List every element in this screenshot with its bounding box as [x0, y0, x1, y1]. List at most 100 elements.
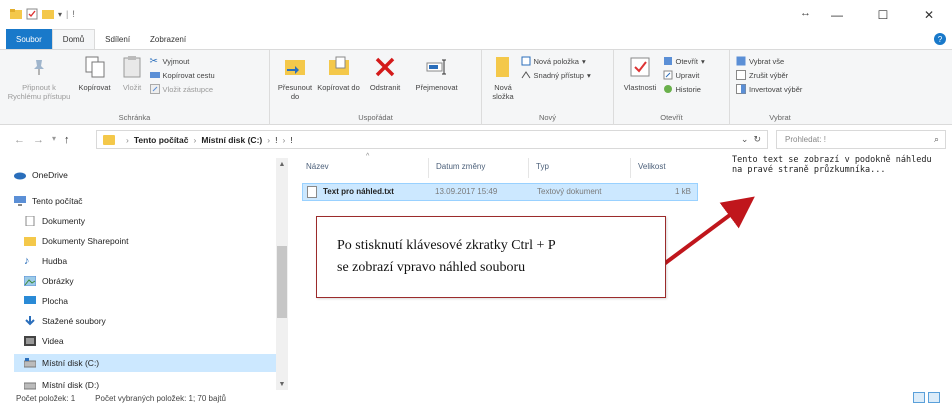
breadcrumb-this-pc[interactable]: Tento počítač: [134, 135, 189, 145]
navigation-buttons: ← → ▾ ↑: [14, 134, 70, 146]
nav-scrollbar[interactable]: ▲ ▼: [276, 158, 288, 390]
new-folder-button[interactable]: Nová složka: [488, 54, 518, 101]
open-small-buttons: Otevřít ▾ Upravit Historie: [663, 54, 705, 94]
minimize-button[interactable]: —: [814, 0, 860, 30]
new-item-icon: [521, 56, 531, 66]
move-to-icon: [285, 60, 305, 75]
close-button[interactable]: ✕: [906, 0, 952, 30]
nav-item-videos[interactable]: Videa: [14, 332, 276, 350]
details-view-icon[interactable]: [913, 392, 925, 403]
tab-home[interactable]: Domů: [51, 29, 96, 49]
help-icon[interactable]: ?: [934, 33, 946, 45]
copy-button[interactable]: Kopírovat: [75, 54, 115, 92]
refresh-icon[interactable]: ↻: [753, 134, 761, 144]
rename-button[interactable]: Přejmenovat: [410, 54, 464, 92]
tab-file[interactable]: Soubor: [6, 29, 52, 49]
clipboard-small-buttons: ✂ Vyjmout Kopírovat cestu Vložit zástupce: [149, 54, 215, 94]
view-buttons: [913, 392, 940, 403]
column-divider[interactable]: [528, 158, 529, 178]
organize-group-label: Uspořádat: [358, 113, 393, 122]
file-size: 1 kB: [674, 187, 691, 196]
select-none-button[interactable]: Zrušit výběr: [736, 70, 802, 80]
qat-dropdown-icon[interactable]: ▾: [58, 10, 62, 19]
new-folder-icon[interactable]: [42, 8, 54, 20]
search-icon[interactable]: ⌕: [934, 134, 939, 145]
select-all-button[interactable]: Vybrat vše: [736, 56, 802, 66]
nav-item-onedrive[interactable]: OneDrive: [14, 166, 276, 184]
annotation-callout: Po stisknutí klávesové zkratky Ctrl + P …: [316, 216, 666, 298]
breadcrumb-separator-icon: ›: [282, 134, 286, 145]
cut-button[interactable]: ✂ Vyjmout: [149, 56, 215, 67]
address-bar[interactable]: › Tento počítač › Místní disk (C:) › ! ›…: [96, 130, 768, 149]
maximize-button[interactable]: ☐: [860, 0, 906, 30]
paste-shortcut-button[interactable]: Vložit zástupce: [149, 84, 215, 94]
nav-item-local-disk-c[interactable]: Místní disk (C:): [14, 354, 276, 372]
column-header-type[interactable]: Typ: [536, 162, 549, 171]
nav-item-this-pc[interactable]: Tento počítač: [14, 192, 276, 210]
desktop-icon: [24, 296, 36, 304]
nav-item-desktop[interactable]: Plocha: [14, 292, 276, 310]
nav-item-documents[interactable]: Dokumenty: [14, 212, 276, 230]
open-button[interactable]: Otevřít ▾: [663, 56, 705, 66]
pin-quick-access-button[interactable]: Připnout k Rychlému přístupu: [6, 54, 72, 101]
tab-share[interactable]: Sdílení: [95, 29, 140, 49]
nav-item-local-disk-d[interactable]: Místní disk (D:): [14, 376, 276, 394]
music-icon: ♪: [24, 255, 30, 267]
select-all-icon: [736, 56, 746, 66]
move-to-button[interactable]: Přesunout do: [276, 54, 314, 101]
file-type: Textový dokument: [537, 187, 602, 196]
invert-selection-button[interactable]: Invertovat výběr: [736, 84, 802, 94]
ribbon: Připnout k Rychlému přístupu Kopírovat V…: [0, 50, 952, 125]
clipboard-group-label: Schránka: [118, 113, 151, 122]
scroll-up-icon[interactable]: ▲: [276, 158, 288, 170]
delete-icon: [375, 57, 395, 77]
table-row[interactable]: Text pro náhled.txt 13.09.2017 15:49 Tex…: [302, 183, 698, 201]
copy-to-icon: [328, 56, 349, 75]
easy-access-dropdown-icon: ▾: [586, 70, 591, 80]
copy-label: Kopírovat: [78, 83, 111, 92]
up-arrow-icon[interactable]: ↑: [64, 134, 70, 146]
back-arrow-icon[interactable]: ←: [14, 134, 25, 146]
breadcrumb-folder[interactable]: !: [275, 135, 277, 145]
address-row: ← → ▾ ↑ › Tento počítač › Místní disk (C…: [0, 128, 952, 152]
copy-path-button[interactable]: Kopírovat cestu: [149, 70, 215, 80]
nav-item-music[interactable]: ♪ Hudba: [14, 252, 276, 270]
copy-to-button[interactable]: Kopírovat do: [317, 54, 361, 92]
history-button[interactable]: Historie: [663, 84, 705, 94]
address-dropdown-icon[interactable]: ⌄: [741, 134, 749, 144]
large-icons-view-icon[interactable]: [928, 392, 940, 403]
nav-item-pictures[interactable]: Obrázky: [14, 272, 276, 290]
paste-button[interactable]: Vložit: [117, 54, 147, 92]
easy-access-icon: [521, 71, 530, 79]
tab-view[interactable]: Zobrazení: [140, 29, 196, 49]
new-item-button[interactable]: Nová položka ▾: [521, 56, 591, 66]
scrollbar-thumb[interactable]: [277, 246, 287, 318]
download-icon: [25, 316, 35, 326]
column-header-size[interactable]: Velikost: [638, 162, 666, 171]
column-divider[interactable]: [630, 158, 631, 178]
scroll-down-icon[interactable]: ▼: [276, 378, 288, 390]
breadcrumb-subfolder[interactable]: !: [290, 135, 292, 145]
recent-locations-icon[interactable]: ▾: [52, 134, 56, 146]
forward-arrow-icon[interactable]: →: [33, 134, 44, 146]
column-header-date[interactable]: Datum změny: [436, 162, 485, 171]
column-header-name[interactable]: Název: [306, 162, 329, 171]
group-organize: Přesunout do Kopírovat do Odstranit Přej…: [270, 50, 482, 125]
properties-button[interactable]: Vlastnosti: [620, 54, 660, 92]
nav-item-downloads[interactable]: Stažené soubory: [14, 312, 276, 330]
scissors-icon: ✂: [149, 56, 158, 67]
group-open: Vlastnosti Otevřít ▾ Upravit Historie Ote…: [614, 50, 730, 125]
video-icon: [24, 336, 36, 346]
search-box[interactable]: Prohledat: ! ⌕: [776, 130, 946, 149]
easy-access-button[interactable]: Snadný přístup ▾: [521, 70, 591, 80]
delete-button[interactable]: Odstranit: [363, 54, 407, 92]
breadcrumb-local-disk[interactable]: Místní disk (C:): [201, 135, 262, 145]
properties-icon[interactable]: [26, 8, 38, 20]
status-bar: Počet položek: 1 Počet vybraných položek…: [16, 394, 226, 403]
edit-button[interactable]: Upravit: [663, 70, 705, 80]
select-group-label: Vybrat: [769, 113, 791, 122]
nav-item-documents-sharepoint[interactable]: Dokumenty Sharepoint: [14, 232, 276, 250]
column-divider[interactable]: [428, 158, 429, 178]
group-select: Vybrat vše Zrušit výběr Invertovat výběr…: [730, 50, 830, 125]
ribbon-tabs: Soubor Domů Sdílení Zobrazení: [0, 29, 952, 50]
